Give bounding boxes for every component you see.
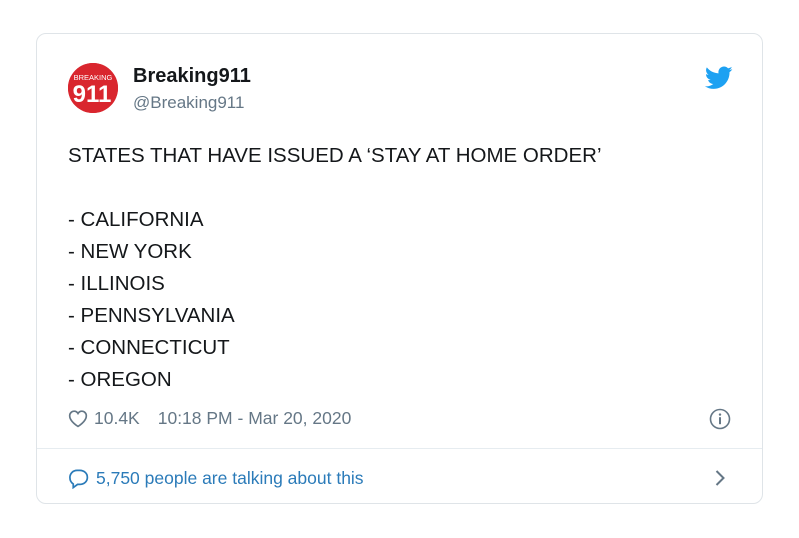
avatar[interactable]: BREAKING 911 — [68, 63, 118, 113]
chevron-right-icon[interactable] — [714, 469, 726, 487]
twitter-bird-icon[interactable] — [705, 66, 733, 90]
like-count[interactable]: 10.4K — [94, 408, 140, 429]
conversation-link[interactable]: 5,750 people are talking about this — [68, 466, 364, 490]
speech-bubble-icon — [69, 469, 89, 489]
conversation-count: 5,750 people are talking about this — [96, 467, 364, 488]
tweet-card[interactable]: BREAKING 911 Breaking911 @Breaking911 ST… — [36, 33, 763, 504]
heart-icon[interactable] — [68, 409, 88, 428]
divider — [37, 448, 762, 449]
timestamp[interactable]: 10:18 PM - Mar 20, 2020 — [158, 408, 352, 429]
tweet-meta: 10.4K 10:18 PM - Mar 20, 2020 — [68, 406, 351, 430]
author-handle[interactable]: @Breaking911 — [133, 93, 244, 113]
avatar-text: 911 — [73, 81, 112, 108]
tweet-text: STATES THAT HAVE ISSUED A ‘STAY AT HOME … — [68, 144, 602, 391]
author-name[interactable]: Breaking911 — [133, 65, 251, 88]
info-icon[interactable] — [709, 408, 731, 430]
